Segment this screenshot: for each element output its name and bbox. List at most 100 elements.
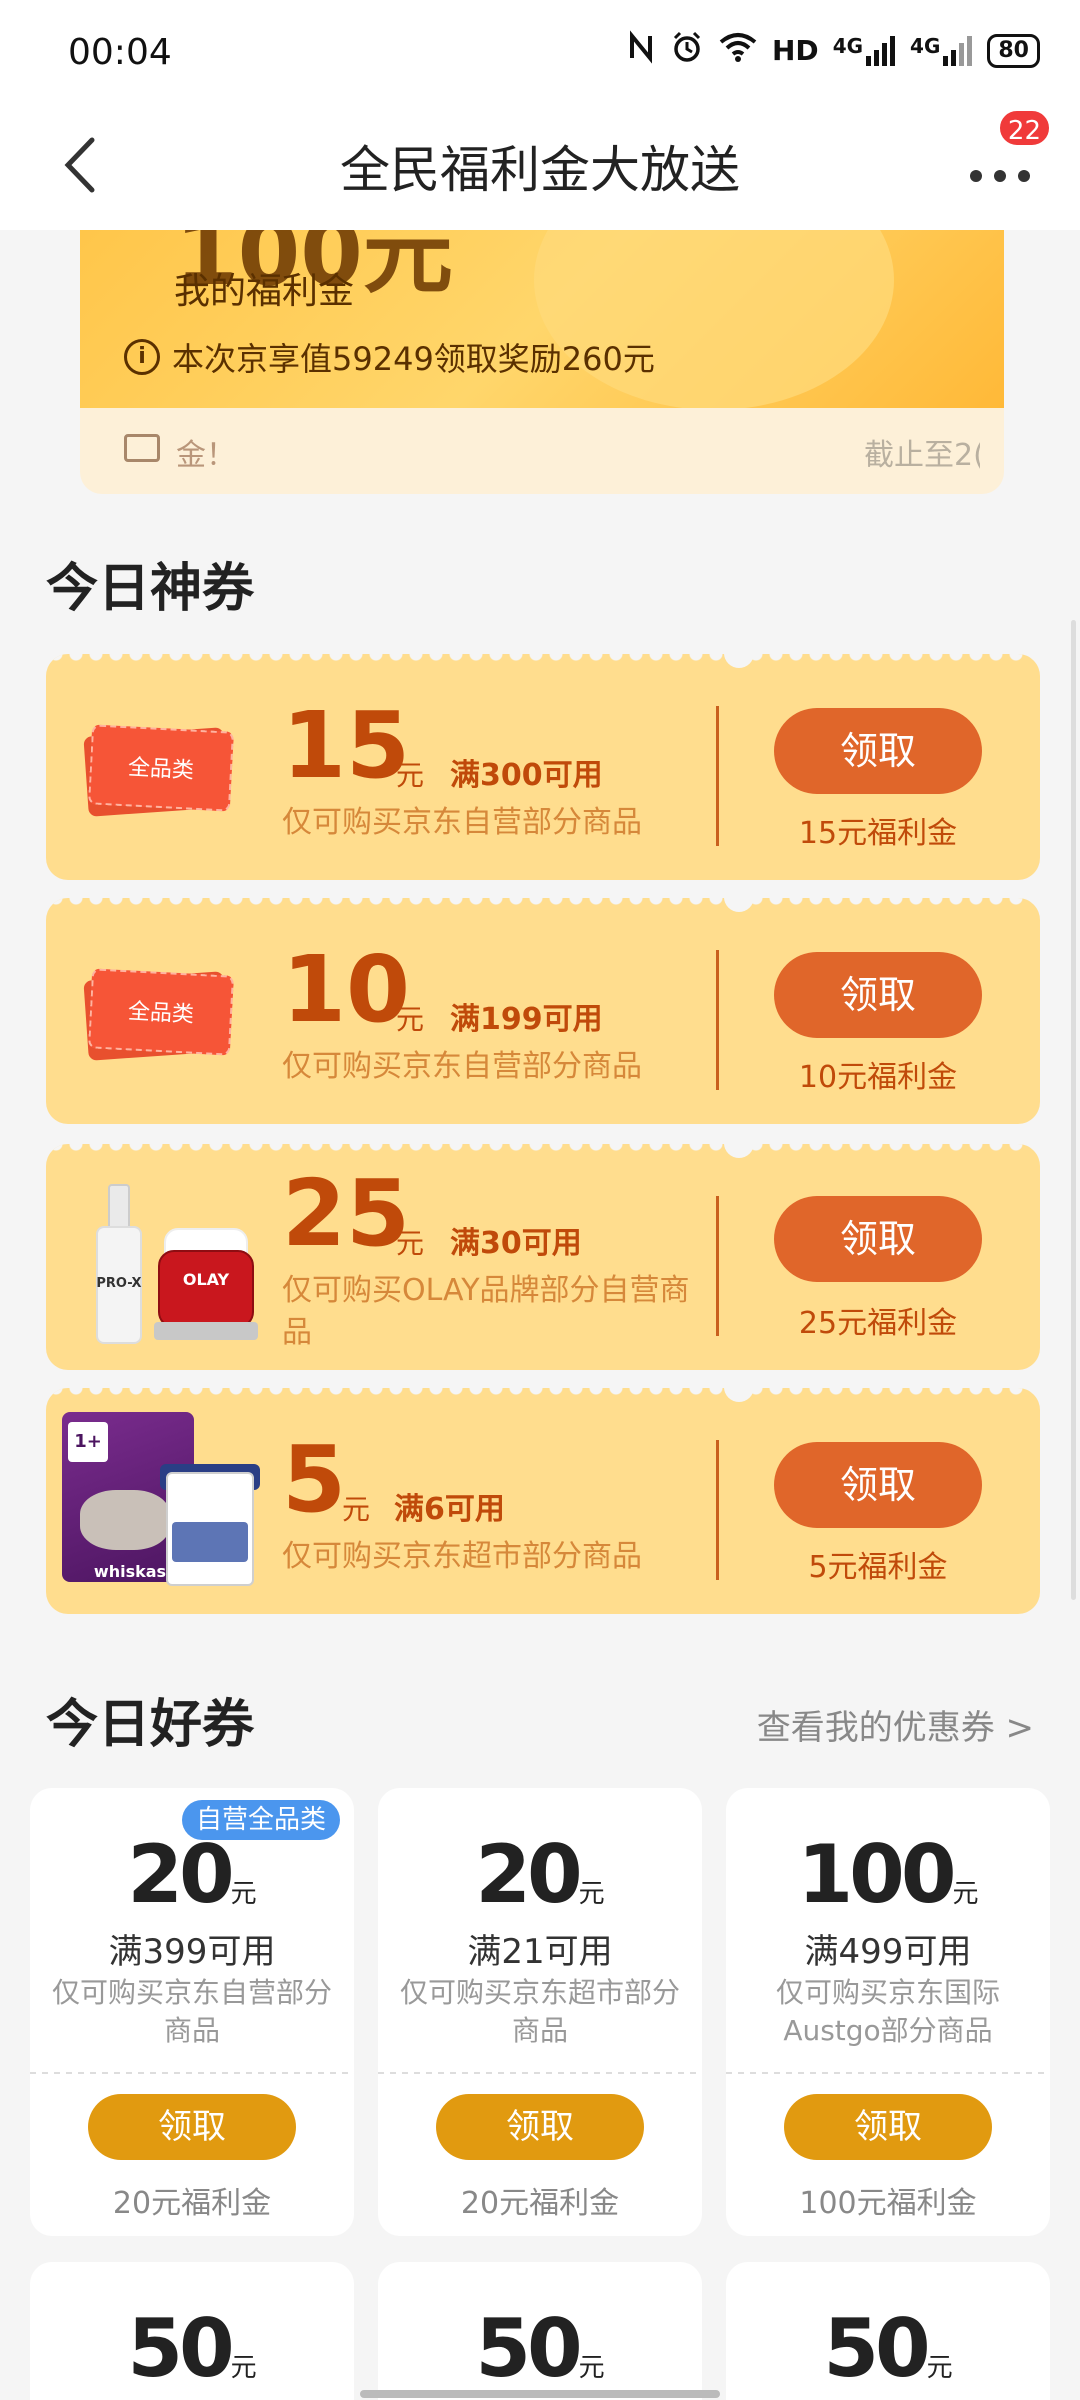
coupon-notch [724,1388,754,1402]
status-time: 00:04 [68,32,172,73]
coupon-amount: 50 [823,2302,930,2395]
welfare-deadline: 截止至2( [864,438,980,473]
serum-brand: PRO-X [96,1276,142,1291]
coupon-amount: 25 [282,1160,411,1267]
signal-4g-icon: 4G [833,35,896,66]
coupon-condition: 满21可用 [467,1932,613,1972]
coupon-tag-label: 全品类 [88,724,234,812]
coupon-perforation [378,2072,702,2074]
jar-brand: OLAY [182,1270,230,1289]
welfare-info: i 本次京享值59249领取奖励260元 [124,334,655,380]
hd-icon: HD [772,34,819,67]
good-coupon-card: 20元 满21可用 仅可购买京东超市部分商品 领取 20元福利金 [378,1788,702,2236]
signal-4g-icon: 4G [910,35,973,66]
status-bar: 00:04 HD 4G 4G 80 [0,0,1080,100]
cat-food-product-image: 1+ whiskas [62,1412,262,1592]
nfc-icon [626,30,656,71]
home-indicator[interactable] [360,2390,720,2398]
coupon-condition: 满300可用 [450,758,603,793]
coupon-amount-wrap: 50元 [726,2302,1050,2395]
claim-button[interactable]: 领取 [774,708,982,794]
welfare-label: 我的福利金 [174,271,355,312]
claim-button[interactable]: 领取 [774,952,982,1038]
coupon-divider [716,1440,719,1580]
coupon-amount: 100 [797,1828,956,1921]
coupon-edge [46,1144,1040,1153]
coupon-desc: 仅可购买京东超市部分商品 [282,1539,642,1574]
more-dot [994,170,1006,182]
welfare-footer-message: 金！ [176,438,236,473]
message-icon [124,434,160,462]
scrollbar[interactable] [1071,620,1076,1600]
claim-button[interactable]: 领取 [436,2094,644,2160]
coupon-yuan: 元 [578,2353,605,2383]
back-button[interactable] [50,130,110,200]
coupon-desc: 仅可购买京东自营部分商品 [282,805,642,840]
coupon-reward: 5元福利金 [808,1550,948,1585]
coupon-yuan: 元 [396,759,425,792]
coupon-amount-wrap: 50元 [30,2302,354,2395]
coupon-reward: 100元福利金 [799,2186,977,2221]
coupon-notch [724,898,754,912]
serum-cap [108,1184,130,1230]
coupon-amount: 10 [282,936,411,1043]
coupon-yuan: 元 [230,1879,257,1909]
section-title-god-coupons: 今日神券 [46,559,255,619]
claim-button[interactable]: 领取 [774,1442,982,1528]
coupon-perforation [726,2072,1050,2074]
coupon-card: 全品类 15 元 满300可用 仅可购买京东自营部分商品 领取 15元福利金 [46,654,1040,880]
coupon-amount: 50 [127,2302,234,2395]
coupon-notch [724,1144,754,1158]
welfare-footer[interactable]: 金！ 截止至2( [80,408,1004,494]
claim-button[interactable]: 领取 [774,1196,982,1282]
decor-circle [534,230,894,408]
good-coupon-card: 50元 [726,2262,1050,2400]
coupon-amount-wrap: 20元 [378,1828,702,1921]
more-dot [1018,170,1030,182]
page-title: 全民福利金大放送 [340,141,740,199]
good-coupon-card: 50元 [378,2262,702,2400]
coupon-desc: 仅可购买京东国际Austgo部分商品 [775,1976,1000,2047]
coupon-notch [724,654,754,668]
cat-image [80,1490,170,1550]
claim-button[interactable]: 领取 [784,2094,992,2160]
coupon-perforation [30,2072,354,2074]
chevron-left-icon [64,137,95,193]
coupon-yuan: 元 [578,1879,605,1909]
coupon-amount: 50 [475,2302,582,2395]
coupon-amount: 15 [282,692,411,799]
coupon-yuan: 元 [342,1493,371,1526]
coupon-desc: 仅可购买OLAY品牌部分自营商品 [282,1273,690,1350]
coupon-divider [716,706,719,846]
claim-button[interactable]: 领取 [88,2094,296,2160]
good-coupon-card: 50元 [30,2262,354,2400]
view-my-coupons-link[interactable]: 查看我的优惠券 > [757,1700,1034,1749]
coupon-condition: 满499可用 [804,1932,972,1972]
tin-label [172,1522,248,1562]
coupon-reward: 10元福利金 [798,1060,958,1095]
coupon-edge [46,1388,1040,1397]
jar-base [154,1322,258,1340]
coupon-condition: 满6可用 [394,1492,505,1527]
coupon-yuan: 元 [396,1227,425,1260]
coupon-desc: 仅可购买京东超市部分商品 [399,1976,680,2047]
nav-bar: 全民福利金大放送 [0,100,1080,230]
coupon-tag-image: 全品类 [83,724,234,817]
coupon-amount: 20 [127,1828,234,1921]
coupon-amount-wrap: 20元 [30,1828,354,1921]
alarm-icon [670,30,704,71]
coupon-condition: 满30可用 [450,1226,582,1261]
welfare-card: 100元 我的福利金 i 本次京享值59249领取奖励260元 [80,230,1004,408]
coupon-reward: 20元福利金 [460,2186,620,2221]
coupon-tag-image: 全品类 [83,968,234,1061]
coupon-amount: 5 [282,1426,347,1533]
coupon-condition: 满399可用 [108,1932,276,1972]
coupon-condition: 满199可用 [450,1002,603,1037]
wifi-icon [718,31,758,70]
cream-jar [158,1250,254,1328]
olay-product-image: PRO-X OLAY [74,1166,258,1346]
status-icons: HD 4G 4G 80 [626,30,1040,71]
coupon-yuan: 元 [230,2353,257,2383]
coupon-edge [46,654,1040,663]
section-title-good-coupons: 今日好券 [46,1695,255,1755]
